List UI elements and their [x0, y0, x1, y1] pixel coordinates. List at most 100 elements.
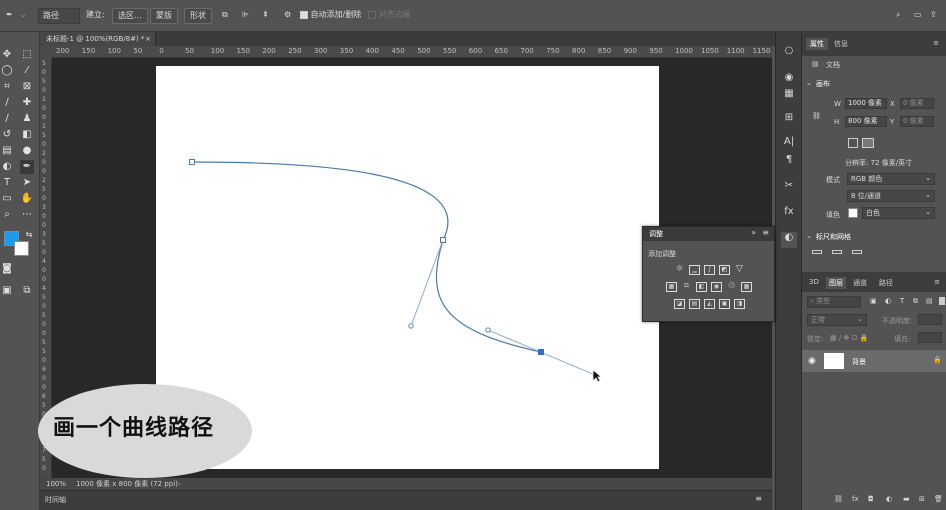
panel-menu-icon[interactable]: ≡ — [929, 38, 943, 48]
styles-icon[interactable]: fx — [781, 206, 797, 222]
new-adjustment-icon[interactable]: ◐ — [886, 495, 892, 503]
tab-3d[interactable]: 3D — [806, 277, 822, 287]
blend-mode-select[interactable]: 正常 — [807, 314, 867, 326]
brightness-contrast-icon[interactable]: ☼ — [674, 265, 685, 275]
status-arrow-icon[interactable]: › — [178, 478, 181, 490]
y-label: Y — [890, 118, 895, 126]
adjustments-tab[interactable]: 调整 — [649, 229, 663, 239]
properties-tab-bar: 属性 信息 ≡ — [802, 32, 946, 56]
new-layer-icon[interactable]: ⊞ — [919, 495, 925, 503]
visibility-eye-icon[interactable]: ◉ — [808, 356, 816, 366]
bit-depth-select[interactable]: 8 位/通道 — [847, 190, 935, 202]
delete-layer-icon[interactable]: 🗑 — [934, 495, 943, 503]
rulers-grids-section-title[interactable]: 标尺和网格 — [816, 232, 851, 242]
layers-tab-bar: 3D 图层 通道 路径 ≡ — [802, 272, 946, 292]
levels-icon[interactable]: ▁ — [689, 265, 700, 275]
grid-icon[interactable] — [832, 250, 842, 254]
add-adjustment-label: 添加调整 — [648, 250, 676, 258]
shape-filter-icon[interactable]: ⧉ — [913, 297, 918, 306]
document-size-info: 1000 像素 x 800 像素 (72 ppi) — [76, 480, 178, 488]
color-mode-select[interactable]: RGB 颜色 — [847, 173, 935, 185]
opacity-field[interactable] — [918, 314, 942, 325]
color-balance-icon[interactable]: ⚖ — [681, 282, 692, 292]
gradient-map-icon[interactable]: ▣ — [719, 299, 730, 309]
invert-icon[interactable]: ◪ — [674, 299, 685, 309]
tab-info[interactable]: 信息 — [830, 38, 852, 50]
panel-menu-icon[interactable]: ≡ — [762, 228, 769, 237]
curves-icon[interactable]: ∫ — [704, 265, 715, 275]
panel-icon-strip: ⎔ ◉ ▦ ⊞ A| ¶ ✂ fx ◐ — [775, 32, 801, 510]
collapse-icon[interactable]: » — [751, 228, 756, 237]
exposure-icon[interactable]: ◩ — [719, 265, 730, 275]
layer-name[interactable]: 背景 — [852, 357, 866, 367]
threshold-icon[interactable]: ◭ — [704, 299, 715, 309]
fill-swatch[interactable] — [848, 208, 858, 218]
ruler-units-icon[interactable] — [812, 250, 822, 254]
lock-icon[interactable]: 🔒 — [933, 356, 942, 364]
x-field[interactable]: 0 像素 — [900, 98, 934, 109]
zoom-level[interactable]: 100% — [46, 478, 66, 490]
add-mask-icon[interactable]: ◘ — [868, 495, 874, 503]
black-white-icon[interactable]: ◧ — [696, 282, 707, 292]
tab-layers[interactable]: 图层 — [826, 277, 846, 289]
width-label: W — [834, 100, 841, 108]
direction-line — [410, 239, 444, 327]
lock-pixels-icon[interactable]: ▦ ∕ ✥ ⊡ 🔒 — [830, 334, 868, 342]
timeline-tab[interactable]: 时间轴 — [45, 495, 66, 505]
character-icon[interactable]: A| — [781, 136, 797, 152]
color-icon[interactable]: ◉ — [781, 72, 797, 88]
color-lookup-icon[interactable]: ▦ — [741, 282, 752, 292]
curve-path — [191, 161, 542, 353]
landscape-orientation-icon[interactable] — [862, 138, 874, 148]
direction-handle — [408, 323, 414, 329]
callout-text: 画一个曲线路径 — [53, 416, 215, 441]
fill-label: 填色 — [826, 211, 840, 219]
guides-icon[interactable] — [852, 250, 862, 254]
type-filter-icon[interactable]: T — [900, 297, 904, 305]
portrait-orientation-icon[interactable] — [848, 138, 858, 148]
channel-mixer-icon[interactable]: ♲ — [726, 282, 737, 292]
resolution-text: 分辨率: 72 像素/英寸 — [845, 159, 913, 167]
y-field[interactable]: 0 像素 — [900, 116, 934, 127]
anchor-point — [189, 159, 195, 165]
filter-toggle[interactable] — [939, 297, 945, 305]
fill-field[interactable] — [918, 332, 942, 343]
panel-menu-icon[interactable]: ≡ — [931, 277, 943, 287]
tab-paths[interactable]: 路径 — [876, 277, 896, 289]
pixel-filter-icon[interactable]: ▣ — [870, 297, 877, 305]
chevron-down-icon[interactable]: ⌄ — [806, 79, 812, 87]
tab-properties[interactable]: 属性 — [806, 38, 828, 50]
mode-label: 模式 — [826, 176, 840, 184]
adjustment-filter-icon[interactable]: ◐ — [885, 297, 891, 305]
layers-footer: ⛓ fx ◘ ◐ ▬ ⊞ 🗑 — [802, 490, 946, 510]
opacity-label: 不透明度: — [882, 317, 913, 325]
fx-icon[interactable]: fx — [852, 495, 859, 503]
vibrance-icon[interactable]: ▽ — [734, 265, 745, 275]
hue-saturation-icon[interactable]: ▦ — [666, 282, 677, 292]
chevron-down-icon[interactable]: ⌄ — [806, 232, 812, 240]
panel-menu-icon[interactable]: ≡ — [755, 494, 762, 503]
selective-color-icon[interactable]: ◨ — [734, 299, 745, 309]
fill-select[interactable]: 白色 — [862, 207, 935, 219]
swatches-icon[interactable]: ▦ — [781, 88, 797, 104]
history-icon[interactable]: ⎔ — [781, 46, 797, 62]
tools-options-icon[interactable]: ✂ — [781, 180, 797, 196]
layer-filter-select[interactable]: ⌕ 类型 — [807, 296, 861, 308]
posterize-icon[interactable]: ▤ — [689, 299, 700, 309]
smart-object-filter-icon[interactable]: ▤ — [926, 297, 933, 305]
layer-row-background[interactable]: ◉ 背景 🔒 — [802, 350, 946, 372]
link-icon[interactable]: ⛓ — [812, 112, 821, 120]
width-field[interactable]: 1000 像素 — [845, 98, 887, 109]
paragraph-icon[interactable]: ¶ — [781, 154, 797, 170]
canvas-section-title[interactable]: 画布 — [816, 79, 830, 89]
tab-channels[interactable]: 通道 — [850, 277, 870, 289]
adjustments-icon[interactable]: ◐ — [781, 232, 797, 248]
x-label: X — [890, 100, 895, 108]
adjustments-header[interactable]: 调整 » ≡ — [643, 227, 774, 241]
height-field[interactable]: 800 像素 — [845, 116, 887, 127]
new-group-icon[interactable]: ▬ — [903, 495, 910, 503]
photo-filter-icon[interactable]: ◉ — [711, 282, 722, 292]
libraries-icon[interactable]: ⊞ — [781, 112, 797, 128]
document-icon: ▤ — [812, 60, 819, 68]
link-layers-icon[interactable]: ⛓ — [834, 495, 843, 503]
